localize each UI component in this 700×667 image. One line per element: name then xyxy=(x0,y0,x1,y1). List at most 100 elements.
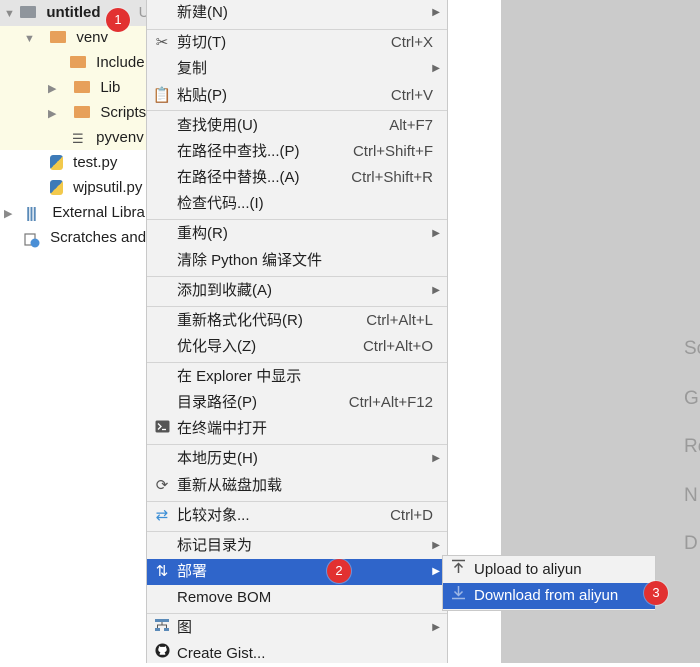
deployment-submenu: Upload to aliyun Download from aliyun xyxy=(442,555,656,611)
menu-item-label: 优化导入(Z) xyxy=(177,338,257,355)
menu-item-remove-bom[interactable]: Remove BOM xyxy=(147,585,447,611)
menu-item-deployment[interactable]: ⇅ 部署 ▶ xyxy=(147,559,447,585)
menu-item-optimize-imports[interactable]: 优化导入(Z) Ctrl+Alt+O xyxy=(147,334,447,360)
tree-item-label: External Libra xyxy=(52,204,145,221)
menu-item-cut[interactable]: ✂ 剪切(T) Ctrl+X xyxy=(147,30,447,56)
tree-item-label: venv xyxy=(76,29,109,46)
menu-separator xyxy=(147,531,447,532)
editor-hint-letter: G xyxy=(684,388,699,409)
folder-icon xyxy=(20,6,37,19)
submenu-arrow-icon: ▶ xyxy=(432,285,440,296)
menu-item-compare-with[interactable]: ⇄ 比较对象... Ctrl+D xyxy=(147,503,447,529)
folder-icon xyxy=(70,56,86,69)
expand-arrow-icon[interactable]: ▼ xyxy=(24,27,36,52)
menu-item-replace-in-path[interactable]: 在路径中替换...(A) Ctrl+Shift+R xyxy=(147,165,447,191)
menu-item-inspect-code[interactable]: 检查代码...(I) xyxy=(147,191,447,217)
editor-hint-letter: N xyxy=(684,485,698,506)
context-menu: 新建(N) ▶ ✂ 剪切(T) Ctrl+X 复制 ▶ 📋 粘贴(P) Ctrl… xyxy=(146,0,448,663)
submenu-item-upload[interactable]: Upload to aliyun xyxy=(443,557,655,583)
scratches-icon xyxy=(24,231,40,248)
menu-item-directory-path[interactable]: 目录路径(P) Ctrl+Alt+F12 xyxy=(147,390,447,416)
editor-hint-letter: Sc xyxy=(684,338,700,359)
menu-separator xyxy=(147,501,447,502)
github-icon xyxy=(152,641,172,667)
submenu-arrow-icon: ▶ xyxy=(432,540,440,551)
menu-item-paste[interactable]: 📋 粘贴(P) Ctrl+V xyxy=(147,83,447,109)
menu-item-label: 查找使用(U) xyxy=(177,117,258,134)
menu-shortcut: Ctrl+X xyxy=(390,34,433,51)
menu-item-diagrams[interactable]: 图 ▶ xyxy=(147,615,447,641)
menu-item-refactor[interactable]: 重构(R) ▶ xyxy=(147,221,447,247)
menu-item-label: 粘贴(P) xyxy=(177,87,227,104)
clipboard-icon: 📋 xyxy=(152,87,172,104)
config-file-icon: ☰ xyxy=(72,130,84,146)
menu-item-copy[interactable]: 复制 ▶ xyxy=(147,56,447,82)
tree-item-include[interactable]: Include xyxy=(70,50,145,75)
python-file-icon xyxy=(50,154,63,170)
menu-item-find-in-path[interactable]: 在路径中查找...(P) Ctrl+Shift+F xyxy=(147,139,447,165)
tree-item-test-py[interactable]: test.py xyxy=(50,150,117,175)
submenu-arrow-icon: ▶ xyxy=(432,228,440,239)
expand-arrow-icon[interactable]: ▶ xyxy=(48,102,60,127)
menu-shortcut: Ctrl+Alt+F12 xyxy=(348,394,433,411)
menu-item-label: 在路径中查找...(P) xyxy=(177,143,300,160)
submenu-item-download[interactable]: Download from aliyun xyxy=(443,583,655,609)
tree-item-label: pyvenv xyxy=(96,129,144,146)
menu-item-label: Remove BOM xyxy=(177,589,272,606)
python-file-icon xyxy=(50,179,63,195)
menu-item-find-usages[interactable]: 查找使用(U) Alt+F7 xyxy=(147,113,447,139)
menu-item-show-in-explorer[interactable]: 在 Explorer 中显示 xyxy=(147,364,447,390)
menu-item-add-to-favorites[interactable]: 添加到收藏(A) ▶ xyxy=(147,278,447,304)
menu-item-label: 清除 Python 编译文件 xyxy=(177,252,323,269)
expand-arrow-icon[interactable]: ▶ xyxy=(48,77,60,102)
menu-shortcut: Ctrl+V xyxy=(390,87,433,104)
scissors-icon: ✂ xyxy=(155,34,169,51)
tree-item-venv[interactable]: ▼ venv xyxy=(24,25,108,50)
menu-shortcut: Ctrl+Shift+F xyxy=(352,143,433,160)
tree-item-external-libraries[interactable]: ▶ ||| External Libra xyxy=(4,200,145,225)
tree-item-label: test.py xyxy=(73,154,118,171)
editor-hint-letter: D xyxy=(684,533,698,554)
menu-item-label: 本地历史(H) xyxy=(177,450,258,467)
menu-item-label: 重新从磁盘加载 xyxy=(177,477,283,494)
project-tree: ▼ untitled U ▼ venv Include ▶ Lib ▶ Scri… xyxy=(0,0,150,663)
expand-arrow-icon[interactable]: ▶ xyxy=(4,202,16,227)
menu-shortcut: Ctrl+Shift+R xyxy=(351,169,433,186)
submenu-arrow-icon: ▶ xyxy=(432,63,440,74)
diagram-icon xyxy=(152,615,172,641)
tree-item-wjpsutil-py[interactable]: wjpsutil.py xyxy=(50,175,142,200)
terminal-icon xyxy=(152,416,172,442)
folder-icon xyxy=(74,106,91,119)
menu-shortcut: Alt+F7 xyxy=(389,117,433,134)
menu-item-local-history[interactable]: 本地历史(H) ▶ xyxy=(147,446,447,472)
submenu-arrow-icon: ▶ xyxy=(432,453,440,464)
menu-item-mark-directory-as[interactable]: 标记目录为 ▶ xyxy=(147,533,447,559)
menu-item-label: 目录路径(P) xyxy=(177,394,257,411)
tree-item-label: wjpsutil.py xyxy=(73,179,143,196)
menu-item-label: 比较对象... xyxy=(177,507,250,524)
editor-hint-letter: Re xyxy=(684,436,700,457)
menu-item-create-gist[interactable]: Create Gist... xyxy=(147,641,447,667)
menu-item-new[interactable]: 新建(N) ▶ xyxy=(147,0,447,26)
expand-arrow-icon[interactable]: ▼ xyxy=(4,2,16,27)
step-badge-1: 1 xyxy=(106,8,130,32)
menu-item-clean-python-compiled[interactable]: 清除 Python 编译文件 xyxy=(147,248,447,274)
menu-item-reload-from-disk[interactable]: ⟳ 重新从磁盘加载 xyxy=(147,473,447,499)
menu-item-label: 复制 xyxy=(177,60,208,77)
menu-item-reformat-code[interactable]: 重新格式化代码(R) Ctrl+Alt+L xyxy=(147,308,447,334)
menu-item-label: 检查代码...(I) xyxy=(177,195,264,212)
menu-item-label: 在 Explorer 中显示 xyxy=(177,368,302,385)
menu-separator xyxy=(147,613,447,614)
library-icon: ||| xyxy=(26,204,37,222)
tree-item-scripts[interactable]: ▶ Scripts xyxy=(48,100,146,125)
menu-separator xyxy=(147,444,447,445)
menu-item-label: 图 xyxy=(177,619,193,636)
menu-item-open-in-terminal[interactable]: 在终端中打开 xyxy=(147,416,447,442)
menu-item-label: 在终端中打开 xyxy=(177,420,268,437)
tree-item-scratches[interactable]: Scratches and xyxy=(24,225,146,250)
tree-item-label: Scripts xyxy=(100,104,147,121)
menu-shortcut: Ctrl+Alt+L xyxy=(366,312,433,329)
tree-item-lib[interactable]: ▶ Lib xyxy=(48,75,120,100)
tree-item-pyvenv[interactable]: ☰ pyvenv xyxy=(72,125,144,150)
menu-shortcut: Ctrl+Alt+O xyxy=(362,338,433,355)
